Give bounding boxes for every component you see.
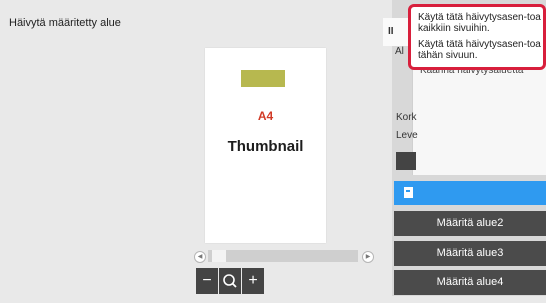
zoom-controls: − + — [196, 268, 264, 294]
height-label-fragment: Kork — [396, 112, 417, 123]
page-size-label: A4 — [257, 109, 274, 123]
scroll-right-icon[interactable]: ▶ — [362, 251, 374, 263]
zoom-search-icon[interactable] — [219, 268, 241, 294]
define-area4-button[interactable]: Määritä alue4 — [394, 270, 546, 295]
define-area2-button[interactable]: Määritä alue2 — [394, 211, 546, 236]
define-area3-button[interactable]: Määritä alue3 — [394, 241, 546, 266]
width-label-fragment: Leve — [396, 130, 418, 141]
page-title: Häivytä määritetty alue — [9, 17, 121, 29]
thumbnail-label: Thumbnail — [227, 138, 304, 155]
dropdown-menu: Käännä häivytysaluetta — [412, 53, 546, 175]
page-thumbnail[interactable]: A4 Thumbnail — [205, 48, 326, 243]
scroll-thumb[interactable] — [212, 250, 226, 262]
apply-options-popup: Käytä tätä häivytysasen-toa kaikkiin siv… — [408, 4, 546, 70]
apply-all-pages-option[interactable]: Käytä tätä häivytysasen-toa kaikkiin siv… — [418, 12, 544, 34]
scroll-left-icon[interactable]: ◀ — [194, 251, 206, 263]
selected-area-row[interactable] — [394, 181, 546, 205]
preview-panel: Häivytä määritetty alue A4 Thumbnail ◀ ▶… — [0, 0, 392, 296]
scroll-track[interactable] — [208, 250, 358, 262]
highlight-rectangle — [241, 70, 285, 87]
horizontal-scrollbar[interactable]: ◀ ▶ — [194, 248, 375, 264]
tab-fragment-label: II — [388, 26, 394, 37]
document-icon — [404, 187, 413, 198]
panel-button-fragment[interactable] — [396, 152, 416, 170]
zoom-out-button[interactable]: − — [196, 268, 218, 294]
apply-this-page-option[interactable]: Käytä tätä häivytysasen-toa tähän sivuun… — [418, 39, 544, 61]
zoom-in-button[interactable]: + — [242, 268, 264, 294]
side-label-fragment: Al — [395, 46, 404, 57]
